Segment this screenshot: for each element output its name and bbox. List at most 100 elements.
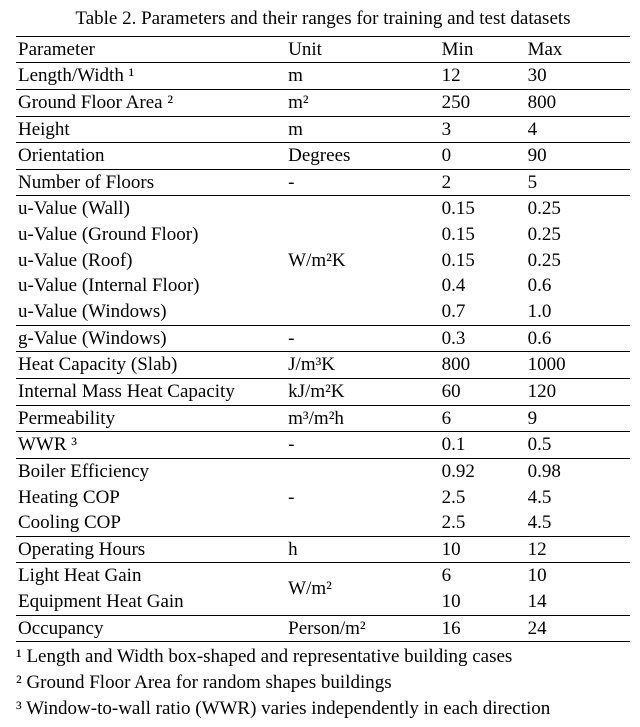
cell-min: 6: [440, 405, 526, 432]
cell-max: 9: [526, 405, 630, 432]
cell-parameter: u-Value (Roof): [16, 248, 286, 274]
cell-max: 120: [526, 378, 630, 405]
cell-parameter: Height: [16, 116, 286, 143]
page: Table 2. Parameters and their ranges for…: [0, 0, 640, 727]
table-row: Heat Capacity (Slab) J/m³K 800 1000: [16, 352, 630, 379]
cell-parameter: Occupancy: [16, 615, 286, 642]
table-row: Boiler Efficiency - 0.92 0.98: [16, 458, 630, 484]
cell-max: 4.5: [526, 485, 630, 511]
header-unit: Unit: [286, 36, 440, 63]
table-row: Orientation Degrees 0 90: [16, 143, 630, 170]
cell-parameter: Heat Capacity (Slab): [16, 352, 286, 379]
table-row: Light Heat Gain W/m² 6 10: [16, 563, 630, 589]
cell-parameter: u-Value (Ground Floor): [16, 222, 286, 248]
cell-min: 0.15: [440, 248, 526, 274]
table-row: Internal Mass Heat Capacity kJ/m²K 60 12…: [16, 378, 630, 405]
cell-max: 0.6: [526, 325, 630, 352]
cell-max: 12: [526, 536, 630, 563]
cell-parameter: Permeability: [16, 405, 286, 432]
cell-unit: J/m³K: [286, 352, 440, 379]
table-row: WWR ³ - 0.1 0.5: [16, 432, 630, 459]
cell-min: 3: [440, 116, 526, 143]
cell-unit: W/m²K: [286, 196, 440, 325]
cell-parameter: g-Value (Windows): [16, 325, 286, 352]
cell-parameter: Light Heat Gain: [16, 563, 286, 589]
cell-min: 2: [440, 169, 526, 196]
cell-parameter: WWR ³: [16, 432, 286, 459]
cell-parameter: u-Value (Wall): [16, 196, 286, 222]
footnote-3: ³ Window-to-wall ratio (WWR) varies inde…: [16, 696, 630, 722]
cell-parameter: Length/Width ¹: [16, 63, 286, 90]
cell-unit: m²: [286, 89, 440, 116]
cell-max: 800: [526, 89, 630, 116]
cell-unit: kJ/m²K: [286, 378, 440, 405]
cell-min: 0: [440, 143, 526, 170]
cell-parameter: Orientation: [16, 143, 286, 170]
cell-parameter: u-Value (Windows): [16, 299, 286, 325]
cell-unit: h: [286, 536, 440, 563]
cell-unit: Degrees: [286, 143, 440, 170]
cell-max: 0.6: [526, 273, 630, 299]
cell-max: 4.5: [526, 510, 630, 536]
table-row: Occupancy Person/m² 16 24: [16, 615, 630, 642]
cell-max: 10: [526, 563, 630, 589]
cell-max: 1.0: [526, 299, 630, 325]
cell-parameter: Operating Hours: [16, 536, 286, 563]
cell-max: 0.25: [526, 196, 630, 222]
cell-min: 60: [440, 378, 526, 405]
cell-min: 10: [440, 589, 526, 615]
cell-min: 0.3: [440, 325, 526, 352]
cell-max: 0.5: [526, 432, 630, 459]
cell-max: 0.25: [526, 222, 630, 248]
cell-max: 5: [526, 169, 630, 196]
cell-max: 4: [526, 116, 630, 143]
footnote-1: ¹ Length and Width box-shaped and repres…: [16, 644, 630, 670]
cell-min: 6: [440, 563, 526, 589]
cell-unit: -: [286, 458, 440, 536]
cell-parameter: Internal Mass Heat Capacity: [16, 378, 286, 405]
cell-min: 0.15: [440, 222, 526, 248]
cell-unit: Person/m²: [286, 615, 440, 642]
header-parameter: Parameter: [16, 36, 286, 63]
table-row: Length/Width ¹ m 12 30: [16, 63, 630, 90]
table-row: Permeability m³/m²h 6 9: [16, 405, 630, 432]
table-row: Height m 3 4: [16, 116, 630, 143]
cell-max: 0.25: [526, 248, 630, 274]
cell-max: 24: [526, 615, 630, 642]
cell-min: 2.5: [440, 510, 526, 536]
cell-parameter: Heating COP: [16, 485, 286, 511]
cell-max: 1000: [526, 352, 630, 379]
cell-min: 250: [440, 89, 526, 116]
table-row: Number of Floors - 2 5: [16, 169, 630, 196]
cell-unit: -: [286, 432, 440, 459]
cell-unit: m³/m²h: [286, 405, 440, 432]
cell-unit: W/m²: [286, 563, 440, 615]
cell-min: 0.7: [440, 299, 526, 325]
cell-min: 0.1: [440, 432, 526, 459]
cell-parameter: u-Value (Internal Floor): [16, 273, 286, 299]
cell-parameter: Cooling COP: [16, 510, 286, 536]
cell-min: 16: [440, 615, 526, 642]
cell-unit: -: [286, 325, 440, 352]
cell-min: 2.5: [440, 485, 526, 511]
cell-parameter: Boiler Efficiency: [16, 458, 286, 484]
cell-min: 12: [440, 63, 526, 90]
cell-max: 14: [526, 589, 630, 615]
footnotes: ¹ Length and Width box-shaped and repres…: [16, 644, 630, 721]
cell-unit: m: [286, 63, 440, 90]
cell-min: 10: [440, 536, 526, 563]
header-max: Max: [526, 36, 630, 63]
cell-max: 90: [526, 143, 630, 170]
table-row: Operating Hours h 10 12: [16, 536, 630, 563]
cell-unit: m: [286, 116, 440, 143]
table-header-row: Parameter Unit Min Max: [16, 36, 630, 63]
cell-min: 0.92: [440, 458, 526, 484]
header-min: Min: [440, 36, 526, 63]
table-row: Ground Floor Area ² m² 250 800: [16, 89, 630, 116]
table-row: u-Value (Wall) W/m²K 0.15 0.25: [16, 196, 630, 222]
cell-min: 800: [440, 352, 526, 379]
cell-parameter: Equipment Heat Gain: [16, 589, 286, 615]
cell-parameter: Ground Floor Area ²: [16, 89, 286, 116]
cell-min: 0.4: [440, 273, 526, 299]
footnote-2: ² Ground Floor Area for random shapes bu…: [16, 670, 630, 696]
